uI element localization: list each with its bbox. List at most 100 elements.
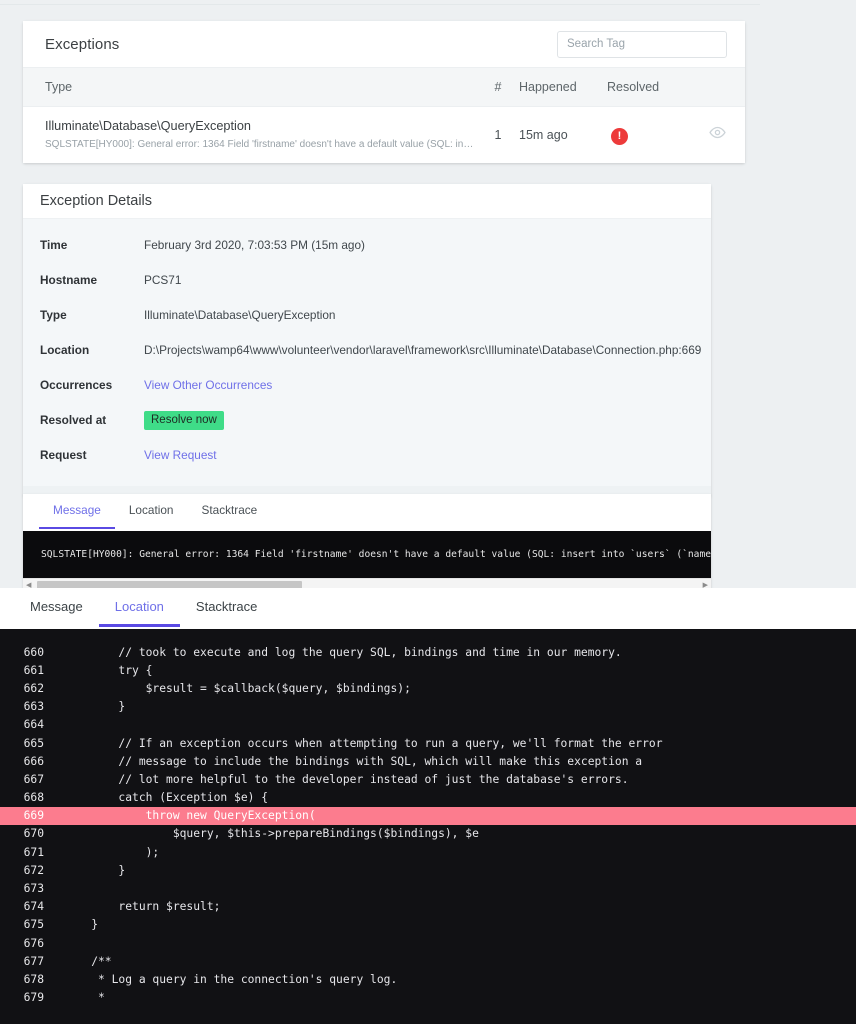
code-line-number: 678 — [23, 972, 44, 986]
exception-count-cell: 1 — [494, 128, 502, 142]
exception-details-header: Exception Details — [23, 184, 711, 218]
code-line-number: 665 — [23, 736, 44, 750]
code-line-source: // lot more helpful to the developer ins… — [64, 772, 629, 786]
code-line-number: 679 — [23, 991, 44, 1005]
tab-stacktrace-bottom[interactable]: Stacktrace — [180, 588, 273, 627]
exception-happened-cell: 15m ago — [519, 128, 568, 142]
code-line-source: // If an exception occurs when attemptin… — [64, 736, 663, 750]
code-line: 673 — [0, 879, 856, 897]
detail-row-time: Time February 3rd 2020, 7:03:53 PM (15m … — [23, 227, 711, 262]
exception-message-label: SQLSTATE[HY000]: General error: 1364 Fie… — [45, 139, 477, 151]
eye-icon[interactable] — [708, 124, 726, 146]
tab-location[interactable]: Location — [115, 494, 188, 529]
code-line-number: 671 — [23, 845, 44, 859]
code-line-source: /** — [64, 954, 112, 968]
code-line: 663 } — [0, 698, 856, 716]
code-line-source: $result = $callback($query, $bindings); — [64, 681, 411, 695]
exception-type-cell: Illuminate\Database\QueryException SQLST… — [23, 118, 477, 153]
exceptions-header: Exceptions — [23, 21, 745, 67]
code-line-highlighted: 669 throw new QueryException( — [0, 806, 856, 825]
location-tabbar: Message Location Stacktrace — [0, 588, 856, 629]
code-line-source: return $result; — [64, 900, 221, 914]
page-title: Exceptions — [45, 35, 120, 53]
app-root: Exceptions Type # Happened Resolved Illu… — [0, 0, 856, 1024]
code-line-source: } — [64, 700, 126, 714]
code-line: 677 /** — [0, 952, 856, 970]
code-line-number: 667 — [23, 772, 44, 786]
detail-row-hostname: Hostname PCS71 — [23, 262, 711, 297]
detail-value-type: Illuminate\Database\QueryException — [144, 307, 336, 322]
code-line-source: * Log a query in the connection's query … — [64, 972, 398, 986]
detail-label: Occurrences — [40, 377, 113, 392]
code-line-number: 674 — [23, 900, 44, 914]
message-code-block: SQLSTATE[HY000]: General error: 1364 Fie… — [23, 531, 711, 579]
exception-view-cell — [689, 124, 745, 146]
exception-details-panel: Exception Details Time February 3rd 2020… — [23, 184, 711, 496]
code-line-number: 660 — [23, 645, 44, 659]
code-line-number: 664 — [23, 718, 44, 732]
code-line: 671 ); — [0, 843, 856, 861]
code-line-source: $query, $this->prepareBindings($bindings… — [64, 827, 479, 841]
table-row[interactable]: Illuminate\Database\QueryException SQLST… — [23, 107, 745, 163]
code-line-source: } — [64, 918, 99, 932]
column-header-count: # — [494, 80, 502, 94]
detail-label: Request — [40, 447, 87, 462]
code-line-number: 670 — [23, 827, 44, 841]
exceptions-panel: Exceptions Type # Happened Resolved Illu… — [23, 21, 745, 163]
page-top-divider — [0, 4, 760, 5]
code-line-number: 668 — [23, 791, 44, 805]
code-line: 664 — [0, 716, 856, 734]
detail-row-location: Location D:\Projects\wamp64\www\voluntee… — [23, 332, 711, 367]
code-line: 675 } — [0, 916, 856, 934]
code-line-number: 673 — [23, 882, 44, 896]
code-line-source: catch (Exception $e) { — [64, 791, 269, 805]
exception-details-title: Exception Details — [40, 193, 153, 209]
view-other-occurrences-link[interactable]: View Other Occurrences — [144, 378, 272, 392]
code-line-number: 675 — [23, 918, 44, 932]
code-line: 674 return $result; — [0, 898, 856, 916]
code-line-number: 661 — [23, 663, 44, 677]
tab-message-bottom[interactable]: Message — [14, 588, 99, 627]
detail-label: Type — [40, 307, 67, 322]
detail-label: Location — [40, 342, 90, 357]
code-line-source: try { — [64, 663, 153, 677]
code-line: 672 } — [0, 861, 856, 879]
code-line-number: 663 — [23, 700, 44, 714]
alert-circle-icon[interactable]: ! — [611, 127, 628, 145]
code-line-number: 666 — [23, 754, 44, 768]
code-line: 668 catch (Exception $e) { — [0, 789, 856, 807]
code-line-source: throw new QueryException( — [64, 809, 316, 823]
view-request-link[interactable]: View Request — [144, 448, 217, 462]
resolve-now-button[interactable]: Resolve now — [144, 410, 224, 430]
code-line-number: 676 — [23, 936, 44, 950]
code-line: 666 // message to include the bindings w… — [0, 752, 856, 770]
code-line-number: 677 — [23, 954, 44, 968]
code-line: 660 // took to execute and log the query… — [0, 643, 856, 661]
code-line: 678 * Log a query in the connection's qu… — [0, 970, 856, 988]
message-panel: Message Location Stacktrace SQLSTATE[HY0… — [23, 494, 711, 592]
detail-row-type: Type Illuminate\Database\QueryException — [23, 297, 711, 332]
detail-label: Resolved at — [40, 412, 107, 427]
code-line-source: } — [64, 863, 126, 877]
code-line-source: ); — [64, 845, 160, 859]
code-line: 667 // lot more helpful to the developer… — [0, 770, 856, 788]
code-line: 665 // If an exception occurs when attem… — [0, 734, 856, 752]
code-line-number: 662 — [23, 681, 44, 695]
code-line: 662 $result = $callback($query, $binding… — [0, 679, 856, 697]
code-top-padding — [0, 629, 856, 643]
code-line: 670 $query, $this->prepareBindings($bind… — [0, 825, 856, 843]
tab-stacktrace[interactable]: Stacktrace — [187, 494, 271, 529]
message-tabbar: Message Location Stacktrace — [23, 494, 711, 531]
detail-label: Hostname — [40, 272, 98, 287]
tab-message[interactable]: Message — [39, 494, 115, 529]
code-line-number: 672 — [23, 863, 44, 877]
code-line: 661 try { — [0, 661, 856, 679]
search-input[interactable] — [557, 30, 727, 58]
code-line: 679 * — [0, 989, 856, 1007]
tab-location-bottom[interactable]: Location — [98, 588, 180, 627]
exception-details-body: Time February 3rd 2020, 7:03:53 PM (15m … — [23, 218, 711, 486]
detail-value-time: February 3rd 2020, 7:03:53 PM (15m ago) — [144, 237, 365, 252]
location-panel: Message Location Stacktrace — [0, 588, 856, 629]
code-line-number: 669 — [23, 809, 44, 823]
detail-value-hostname: PCS71 — [144, 272, 182, 287]
